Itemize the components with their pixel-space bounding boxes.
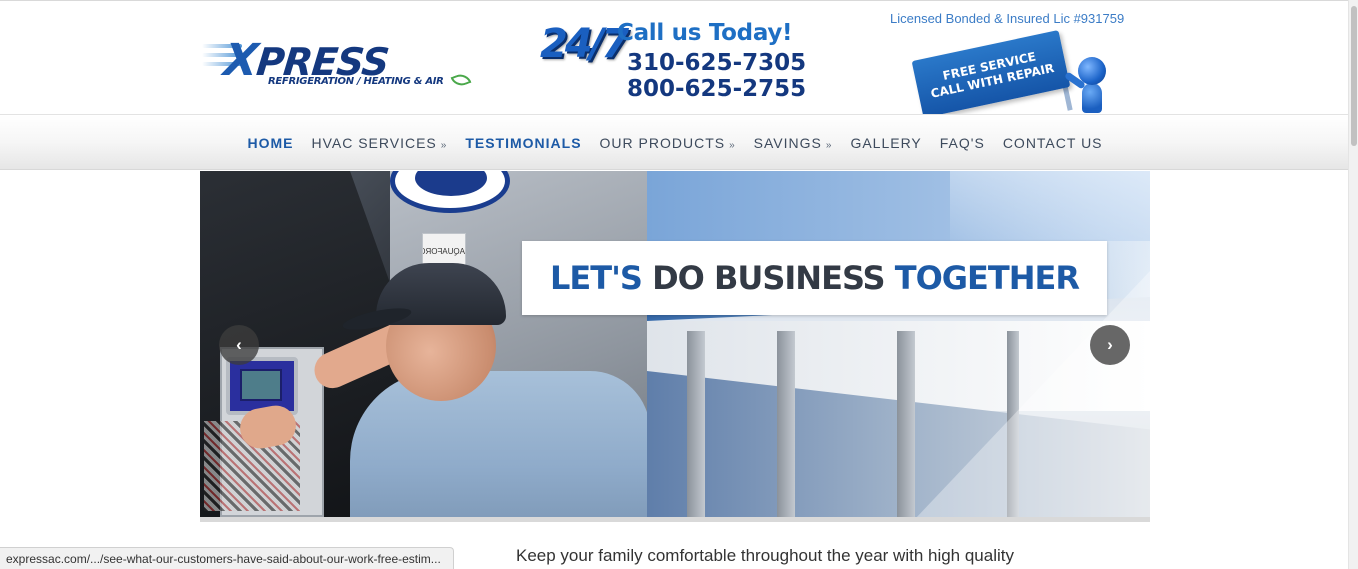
control-screen xyxy=(226,357,298,415)
phone-number-primary[interactable]: 310-625-7305 xyxy=(627,50,806,76)
chevron-down-icon: » xyxy=(729,140,736,151)
phone-number-secondary[interactable]: 800-625-2755 xyxy=(627,76,806,102)
call-us-title: Call us Today! xyxy=(617,20,793,46)
headline-part-1: LET'S xyxy=(550,259,643,297)
logo-x: X xyxy=(221,35,260,86)
site-header: XPRESS REFRIGERATION / HEATING & AIR 24/… xyxy=(0,1,1348,118)
vertical-scrollbar[interactable] xyxy=(1348,0,1358,569)
slider-next-button[interactable]: › xyxy=(1090,325,1130,365)
badge-247: 24/7 xyxy=(540,21,629,67)
slider-shadow xyxy=(200,517,1150,522)
nav-item-savings[interactable]: SAVINGS» xyxy=(745,135,842,151)
slider-prev-button[interactable]: ‹ xyxy=(219,325,259,365)
nav-item-gallery[interactable]: GALLERY xyxy=(841,135,930,151)
free-service-sign[interactable]: FREE SERVICE CALL WITH REPAIR xyxy=(911,30,1071,118)
chevron-down-icon: » xyxy=(825,140,833,151)
nav-item-contact-us[interactable]: CONTACT US xyxy=(994,135,1112,151)
headline-part-2: DO BUSINESS xyxy=(652,259,886,297)
nav-item-faqs[interactable]: FAQ'S xyxy=(931,135,994,151)
nav-item-home[interactable]: HOME xyxy=(238,135,302,151)
chevron-right-icon: › xyxy=(1107,335,1113,354)
chevron-down-icon: » xyxy=(440,140,448,151)
slide-headline: LET'S DO BUSINESS TOGETHER xyxy=(522,241,1107,315)
express-logo[interactable]: XPRESS REFRIGERATION / HEATING & AIR xyxy=(202,35,474,96)
nav-item-hvac-services[interactable]: HVAC SERVICES» xyxy=(302,135,456,151)
nav-item-our-products[interactable]: OUR PRODUCTS» xyxy=(591,135,745,151)
nav-menu: HOME HVAC SERVICES» TESTIMONIALS OUR PRO… xyxy=(0,115,1348,171)
page: XPRESS REFRIGERATION / HEATING & AIR 24/… xyxy=(0,0,1358,569)
chevron-left-icon: ‹ xyxy=(236,335,242,354)
intro-paragraph: Keep your family comfortable throughout … xyxy=(516,546,1014,565)
main-navigation: HOME HVAC SERVICES» TESTIMONIALS OUR PRO… xyxy=(0,114,1348,170)
logo-tagline: REFRIGERATION / HEATING & AIR xyxy=(268,76,444,87)
hero-slider[interactable]: AQUAFORCE LET'S DO BUSINESS xyxy=(200,171,1150,517)
building-photo xyxy=(647,171,1150,517)
browser-status-bar: expressac.com/.../see-what-our-customers… xyxy=(0,547,454,569)
headline-part-3: TOGETHER xyxy=(894,259,1080,297)
mascot-figure-icon xyxy=(1063,57,1120,115)
nav-item-testimonials[interactable]: TESTIMONIALS xyxy=(456,135,590,151)
leaf-icon xyxy=(450,71,472,89)
license-info: Licensed Bonded & Insured Lic #931759 xyxy=(890,11,1125,26)
technician-photo: AQUAFORCE xyxy=(200,171,647,517)
scrollbar-thumb[interactable] xyxy=(1351,6,1357,146)
technician-shirt xyxy=(350,371,647,517)
